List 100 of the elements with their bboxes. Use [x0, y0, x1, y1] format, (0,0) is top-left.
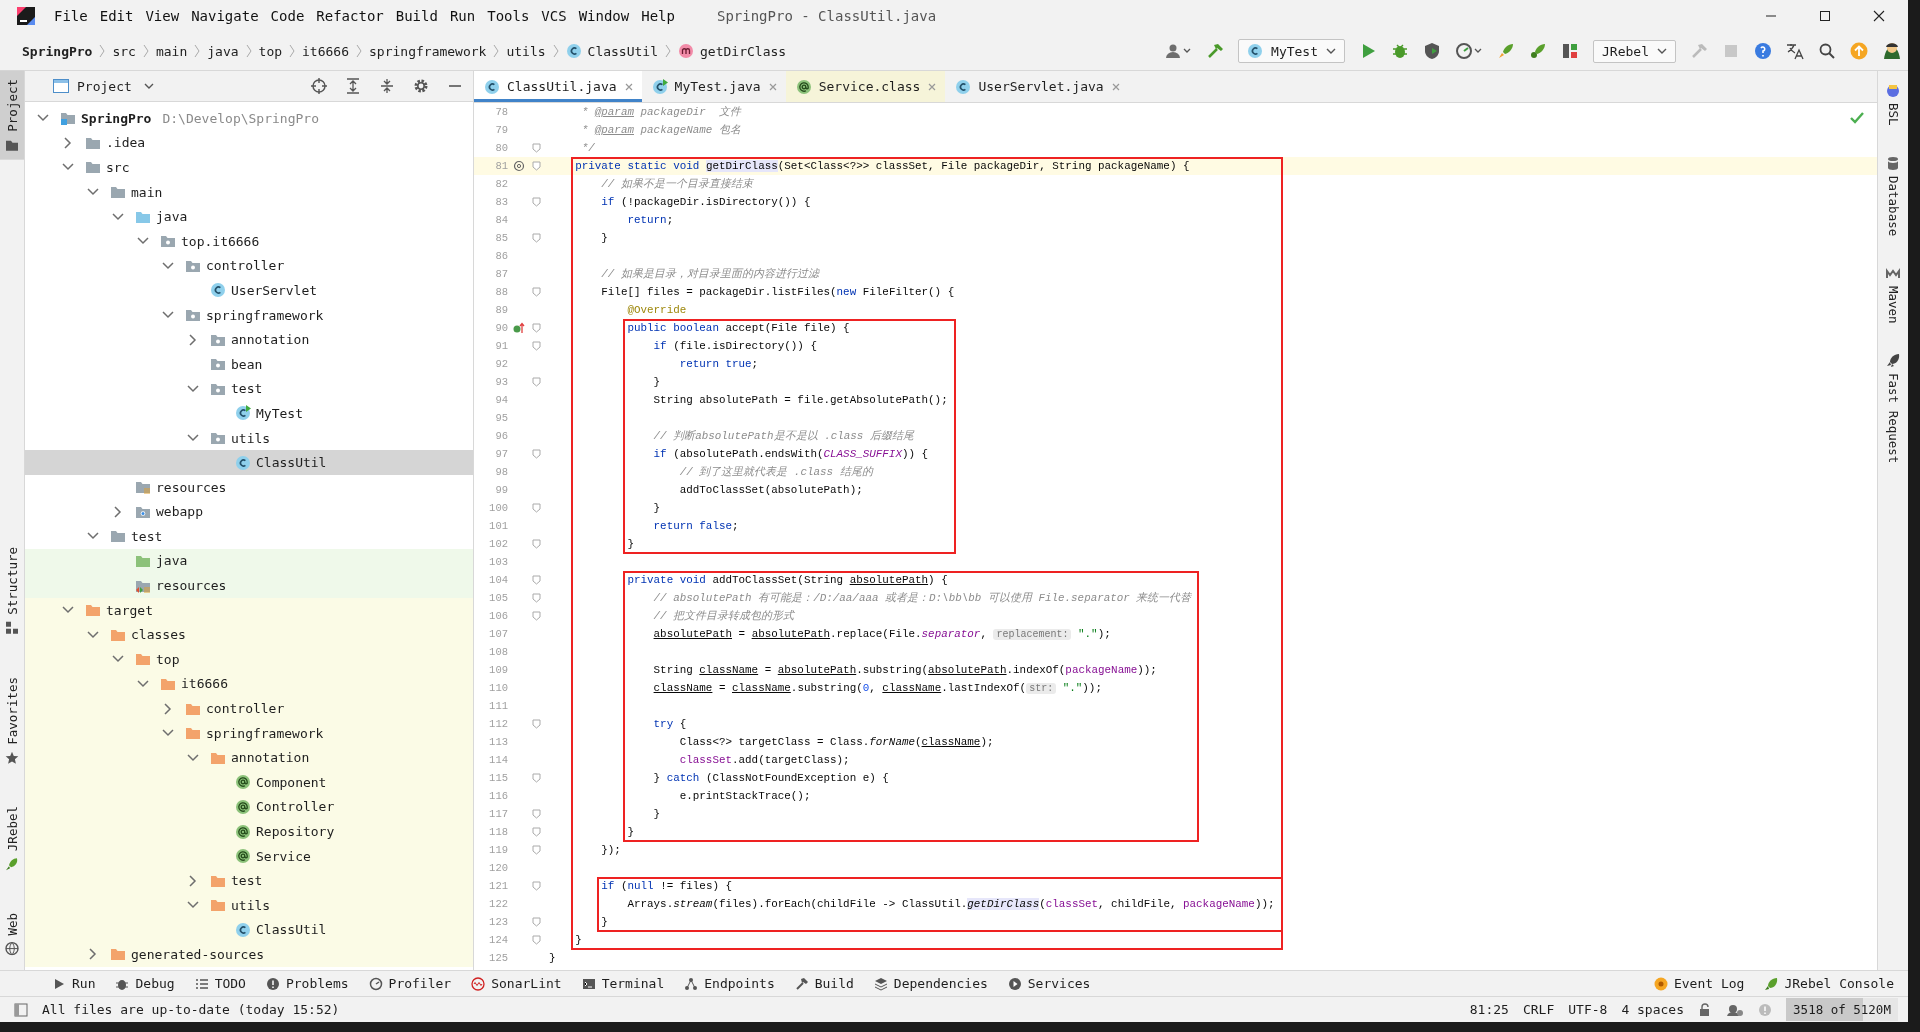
maximize-icon[interactable] [1818, 9, 1832, 23]
tree-item[interactable]: test [25, 524, 473, 549]
status-item[interactable]: UTF-8 [1568, 1002, 1608, 1017]
breadcrumb-item[interactable]: ClassUtil [587, 43, 658, 59]
tool-window-button[interactable]: Web [0, 905, 24, 964]
menu-item[interactable]: View [139, 6, 186, 26]
fold-marker-icon[interactable] [531, 449, 541, 459]
fold-marker-icon[interactable] [531, 377, 541, 387]
fold-marker-icon[interactable] [531, 539, 541, 549]
gauge-icon[interactable] [1455, 42, 1484, 60]
menu-item[interactable]: Build [389, 6, 444, 26]
tree-item[interactable]: resources [25, 474, 473, 500]
settings-icon[interactable] [413, 78, 429, 94]
mascot-icon[interactable] [1882, 41, 1902, 61]
breadcrumb-item[interactable]: SpringPro [22, 43, 93, 59]
tree-item[interactable]: top.it6666 [25, 228, 473, 254]
tool-window-button[interactable]: BSL [1878, 75, 1908, 134]
help-icon[interactable] [1754, 42, 1772, 60]
plugin-icon[interactable] [1561, 42, 1580, 60]
fold-marker-icon[interactable] [531, 809, 541, 819]
tree-item[interactable]: Service [25, 843, 473, 869]
tree-item[interactable]: top [25, 647, 473, 672]
menu-item[interactable]: Run [443, 6, 482, 26]
panel-toggle-icon[interactable] [14, 1002, 28, 1017]
tree-item[interactable]: java [25, 204, 473, 229]
tool-window-button[interactable]: Run [44, 974, 104, 993]
tree-item[interactable]: src [25, 155, 473, 180]
breadcrumb-item[interactable]: springframework [369, 43, 487, 59]
tree-item[interactable]: bean [25, 351, 473, 377]
tree-item[interactable]: Controller [25, 794, 473, 820]
fold-marker-icon[interactable] [531, 503, 541, 513]
tree-item[interactable]: target [25, 597, 473, 623]
tree-item[interactable]: annotation [25, 327, 473, 352]
tree-item[interactable]: controller [25, 696, 473, 721]
user-icon[interactable] [1166, 43, 1193, 59]
menu-item[interactable]: Help [635, 6, 681, 26]
breadcrumb-item[interactable]: utils [506, 43, 546, 59]
fold-marker-icon[interactable] [531, 575, 541, 585]
tree-item[interactable]: Repository [25, 819, 473, 844]
tree-item[interactable]: controller [25, 253, 473, 279]
fold-marker-icon[interactable] [531, 719, 541, 729]
menu-item[interactable]: Refactor [310, 6, 390, 26]
tree-item[interactable]: MyTest [25, 401, 473, 426]
breadcrumb-item[interactable]: main [155, 43, 188, 59]
translate-icon[interactable] [1786, 42, 1804, 60]
tree-item[interactable]: springframework [25, 302, 473, 328]
hammer-icon[interactable] [1206, 42, 1225, 60]
editor-tab[interactable]: MyTest.java [641, 71, 786, 102]
tool-window-button[interactable]: Fast Request [1878, 345, 1908, 472]
tree-item[interactable]: UserServlet [25, 278, 473, 303]
menu-item[interactable]: Code [264, 6, 311, 26]
shield-icon[interactable] [1423, 42, 1442, 60]
fold-marker-icon[interactable] [531, 143, 541, 153]
search-icon[interactable] [1818, 42, 1836, 60]
tool-window-button[interactable]: JRebel Console [1756, 974, 1902, 993]
tree-item[interactable]: ClassUtil [25, 917, 473, 943]
collapse-all-icon[interactable] [379, 78, 395, 94]
editor-tab[interactable]: UserServlet.java [945, 71, 1129, 102]
fold-marker-icon[interactable] [531, 323, 541, 333]
tree-item[interactable]: java [25, 548, 473, 574]
tree-item[interactable]: utils [25, 425, 473, 451]
tree-item[interactable]: utils [25, 893, 473, 918]
target-icon[interactable] [311, 78, 327, 94]
tree-item[interactable]: resources [25, 573, 473, 598]
fold-marker-icon[interactable] [531, 935, 541, 945]
tree-item[interactable]: classes [25, 622, 473, 648]
tool-window-button[interactable]: Profiler [360, 974, 460, 993]
fold-marker-icon[interactable] [531, 881, 541, 891]
tool-window-button[interactable]: SonarLint [463, 974, 570, 993]
breadcrumb-item[interactable]: java [207, 43, 239, 59]
fold-marker-icon[interactable] [531, 233, 541, 243]
breadcrumb-item[interactable]: it6666 [302, 43, 349, 59]
tree-item[interactable]: .idea [25, 130, 473, 156]
fold-marker-icon[interactable] [531, 593, 541, 603]
tree-item[interactable]: generated-sources [25, 942, 473, 967]
tool-window-button[interactable]: Event Log [1645, 974, 1753, 993]
override-icon[interactable] [513, 322, 525, 334]
menu-item[interactable]: File [48, 6, 94, 26]
tool-window-button[interactable]: Structure [0, 538, 24, 643]
status-item[interactable]: 81:25 [1469, 1002, 1509, 1017]
tool-window-button[interactable]: Dependencies [865, 974, 996, 993]
tool-window-button[interactable]: Debug [107, 974, 183, 993]
fold-marker-icon[interactable] [531, 287, 541, 297]
run-configuration-dropdown[interactable]: MyTest [1238, 39, 1346, 63]
fold-marker-icon[interactable] [531, 197, 541, 207]
jrebel-dropdown[interactable]: JRebel [1593, 39, 1676, 63]
tool-window-button[interactable]: JRebel [0, 798, 24, 880]
tree-item[interactable]: main [25, 179, 473, 205]
status-item[interactable]: 4 spaces [1621, 1002, 1684, 1017]
menu-item[interactable]: Edit [93, 6, 140, 26]
breadcrumb-item[interactable]: getDirClass [700, 43, 787, 59]
close-icon[interactable] [1872, 9, 1886, 23]
tool-window-button[interactable]: Terminal [573, 974, 673, 993]
bug-icon[interactable] [1391, 42, 1410, 60]
tool-window-button[interactable]: Build [786, 974, 862, 993]
tree-item[interactable]: springframework [25, 720, 473, 746]
menu-item[interactable]: Navigate [185, 6, 265, 26]
inspector-icon[interactable] [1726, 1002, 1744, 1017]
editor-tab[interactable]: ClassUtil.java [474, 71, 642, 102]
tool-window-button[interactable]: Database [1878, 147, 1908, 244]
